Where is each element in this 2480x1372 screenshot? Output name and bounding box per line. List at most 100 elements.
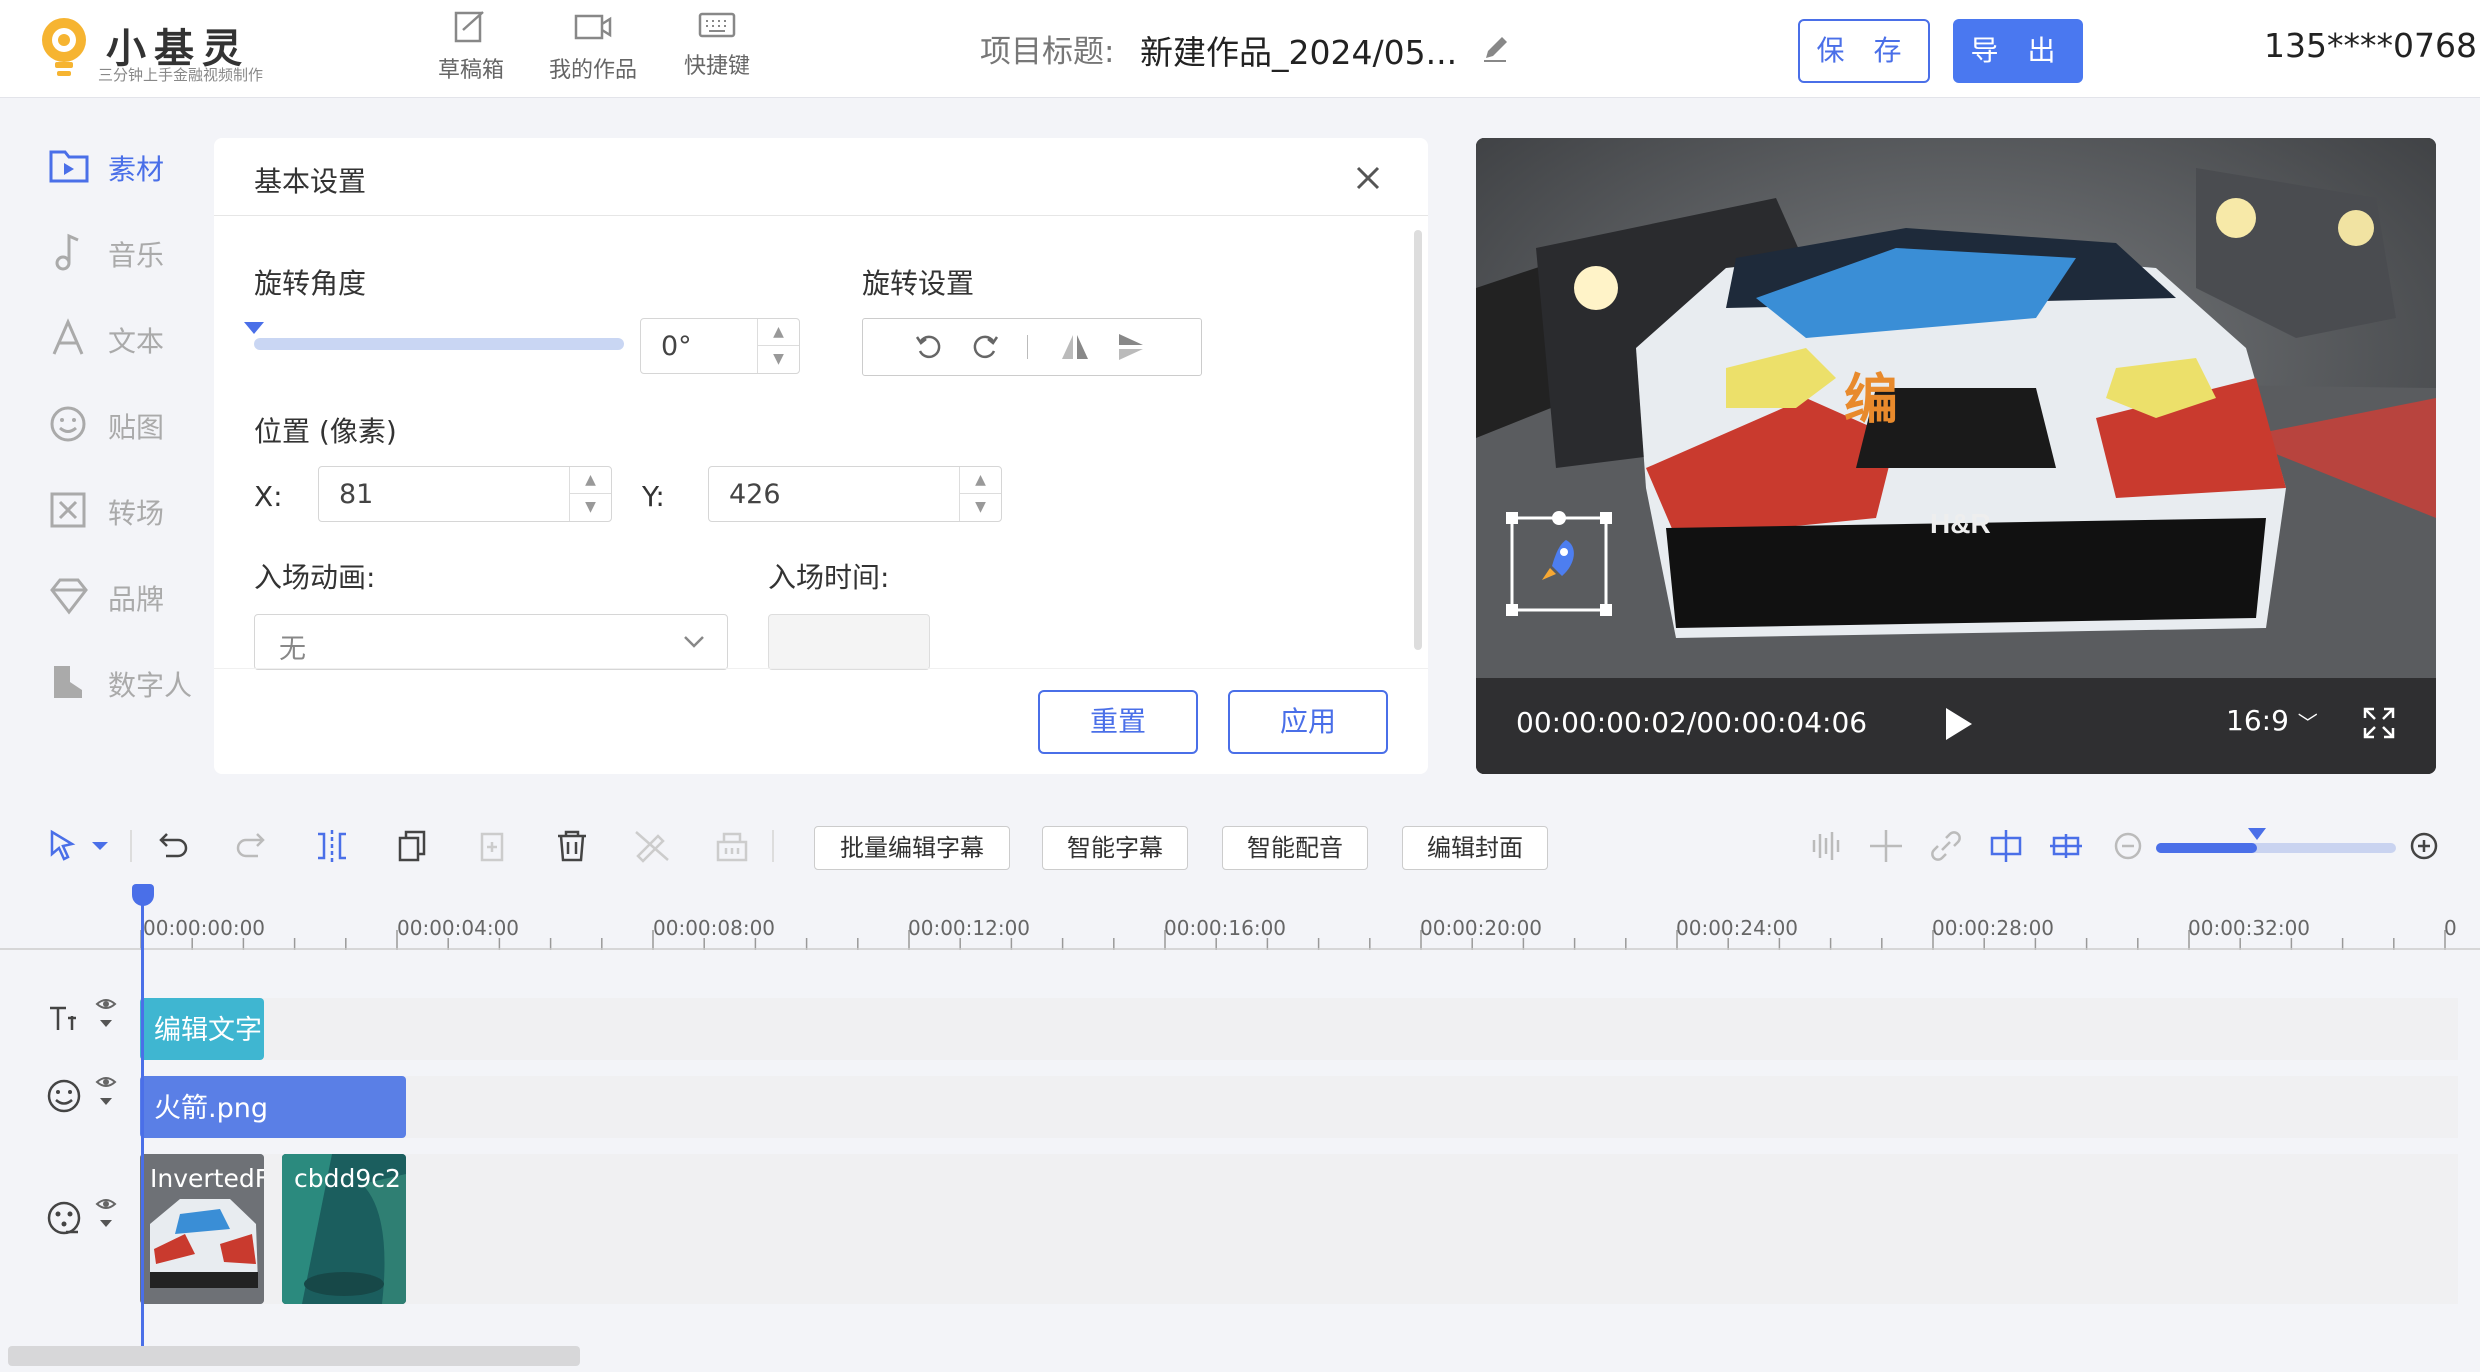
- aspect-ratio-select[interactable]: 16:9 ﹀: [2226, 704, 2318, 737]
- enter-animation-select[interactable]: 无: [254, 614, 728, 670]
- save-button[interactable]: 保 存: [1798, 19, 1930, 83]
- timeline-zoom-slider[interactable]: [2156, 843, 2396, 853]
- visibility-eye-icon[interactable]: [94, 994, 118, 1034]
- panel-scrollbar[interactable]: [1414, 230, 1422, 650]
- zoom-in-icon[interactable]: [2404, 826, 2444, 866]
- sticker-track[interactable]: [140, 1076, 2458, 1138]
- tick-label: 00:00:16:00: [1164, 916, 1287, 940]
- zoom-out-icon[interactable]: [2108, 826, 2148, 866]
- edit-cover-button[interactable]: 编辑封面: [1402, 826, 1548, 870]
- stepper-up-icon[interactable]: ▲: [570, 467, 611, 494]
- sidebar-item-brand[interactable]: 品牌: [46, 566, 216, 626]
- video-clip-name: cbdd9c2: [294, 1164, 401, 1193]
- y-value: 426: [729, 479, 781, 510]
- zoom-slider-fill: [2156, 843, 2257, 853]
- rotation-input[interactable]: 0° ▲ ▼: [640, 318, 800, 374]
- x-position-input[interactable]: 81 ▲ ▼: [318, 466, 612, 522]
- chevron-down-icon: ﹀: [2297, 711, 2318, 735]
- rotate-right-icon[interactable]: [969, 331, 1001, 363]
- align-center-icon[interactable]: [1986, 826, 2026, 866]
- bulb-logo-icon: [42, 18, 86, 76]
- sidebar-item-text[interactable]: 文本: [46, 308, 216, 368]
- paste-icon[interactable]: [472, 826, 512, 866]
- reset-button[interactable]: 重置: [1038, 690, 1198, 754]
- video-track[interactable]: [140, 1154, 2458, 1304]
- text-clip[interactable]: 编辑文字: [140, 998, 264, 1060]
- flip-vertical-icon[interactable]: [1115, 331, 1147, 363]
- project-title[interactable]: 新建作品_2024/05...: [1140, 26, 1457, 74]
- video-icon: [574, 14, 612, 40]
- video-track-icon: [47, 1201, 81, 1235]
- nav-shortcuts[interactable]: 快捷键: [662, 10, 772, 90]
- sidebar-item-music[interactable]: 音乐: [46, 222, 216, 282]
- basic-settings-panel: 基本设置 旋转角度 0° ▲ ▼ 旋转设置 位置 (像素) X: 81 ▲ ▼ Y:…: [214, 138, 1428, 774]
- nav-drafts-label: 草稿箱: [437, 58, 504, 83]
- stepper-down-icon[interactable]: ▼: [570, 494, 611, 521]
- align-split-icon[interactable]: [2046, 826, 2086, 866]
- playhead-handle[interactable]: [132, 884, 154, 906]
- visibility-eye-icon[interactable]: [94, 1072, 118, 1112]
- snap-icon[interactable]: [1866, 826, 1906, 866]
- edit-pencil-icon[interactable]: [1480, 32, 1512, 64]
- close-icon[interactable]: [1350, 160, 1386, 196]
- link-icon[interactable]: [1926, 826, 1966, 866]
- video-clip[interactable]: cbdd9c2: [282, 1154, 406, 1304]
- batch-edit-subtitle-button[interactable]: 批量编辑字幕: [814, 826, 1010, 870]
- stepper-down-icon[interactable]: ▼: [960, 494, 1001, 521]
- sidebar-item-material[interactable]: 素材: [46, 136, 216, 196]
- rotation-slider-handle[interactable]: [244, 322, 264, 334]
- timeline-horizontal-scrollbar[interactable]: [8, 1346, 580, 1366]
- sticker-icon: [50, 406, 86, 442]
- rotation-settings-label: 旋转设置: [862, 267, 975, 300]
- export-button[interactable]: 导 出: [1953, 19, 2083, 83]
- nav-drafts[interactable]: 草稿箱: [416, 10, 526, 90]
- transition-icon: [50, 492, 86, 528]
- text-track[interactable]: [140, 998, 2458, 1060]
- redo-icon[interactable]: [232, 826, 272, 866]
- flip-horizontal-icon[interactable]: [1059, 331, 1091, 363]
- project-title-label: 项目标题:: [980, 34, 1115, 70]
- playhead-line[interactable]: [141, 886, 144, 1356]
- caret-down-icon[interactable]: [88, 826, 112, 866]
- rotation-stepper[interactable]: ▲ ▼: [757, 319, 799, 373]
- delete-icon[interactable]: [552, 826, 592, 866]
- disabled-edit-icon[interactable]: [632, 826, 672, 866]
- app-logo[interactable]: 小基灵 三分钟上手金融视频制作: [38, 14, 278, 84]
- sticker-clip[interactable]: 火箭.png: [140, 1076, 406, 1138]
- zoom-slider-handle[interactable]: [2247, 828, 2266, 840]
- timeline-ruler[interactable]: 00:00:00:00 00:00:04:00 00:00:08:00 00:0…: [0, 892, 2480, 950]
- smart-dubbing-button[interactable]: 智能配音: [1222, 826, 1368, 870]
- disabled-clear-icon[interactable]: [712, 826, 752, 866]
- enter-animation-value: 无: [279, 634, 306, 665]
- select-cursor-icon[interactable]: [44, 826, 84, 866]
- smart-subtitle-button[interactable]: 智能字幕: [1042, 826, 1188, 870]
- y-stepper[interactable]: ▲ ▼: [959, 467, 1001, 521]
- user-account[interactable]: 135****0768: [2264, 26, 2477, 65]
- sidebar-item-transition[interactable]: 转场: [46, 480, 216, 540]
- play-icon[interactable]: [1940, 704, 1976, 744]
- split-icon[interactable]: [312, 826, 352, 866]
- drafts-icon: [454, 11, 484, 43]
- divider: [772, 830, 774, 862]
- stepper-up-icon[interactable]: ▲: [960, 467, 1001, 494]
- copy-icon[interactable]: [392, 826, 432, 866]
- aspect-ratio-value: 16:9: [2226, 704, 2289, 737]
- audio-wave-icon[interactable]: [1806, 826, 1846, 866]
- apply-button[interactable]: 应用: [1228, 690, 1388, 754]
- undo-icon[interactable]: [152, 826, 192, 866]
- x-stepper[interactable]: ▲ ▼: [569, 467, 611, 521]
- fullscreen-icon[interactable]: [2362, 706, 2396, 740]
- rotation-slider[interactable]: [254, 338, 624, 350]
- stepper-down-icon[interactable]: ▼: [758, 346, 799, 373]
- sidebar-item-digital-human[interactable]: 数字人: [46, 652, 216, 712]
- nav-my-works[interactable]: 我的作品: [538, 10, 648, 90]
- race-car-video-frame[interactable]: H&R 编: [1476, 138, 2436, 678]
- y-position-input[interactable]: 426 ▲ ▼: [708, 466, 1002, 522]
- sidebar-item-sticker[interactable]: 贴图: [46, 394, 216, 454]
- enter-time-input[interactable]: [768, 614, 930, 670]
- rotate-left-icon[interactable]: [913, 331, 945, 363]
- stepper-up-icon[interactable]: ▲: [758, 319, 799, 346]
- video-clip[interactable]: InvertedF: [140, 1154, 264, 1304]
- visibility-eye-icon[interactable]: [94, 1194, 118, 1234]
- position-label: 位置 (像素): [254, 415, 397, 448]
